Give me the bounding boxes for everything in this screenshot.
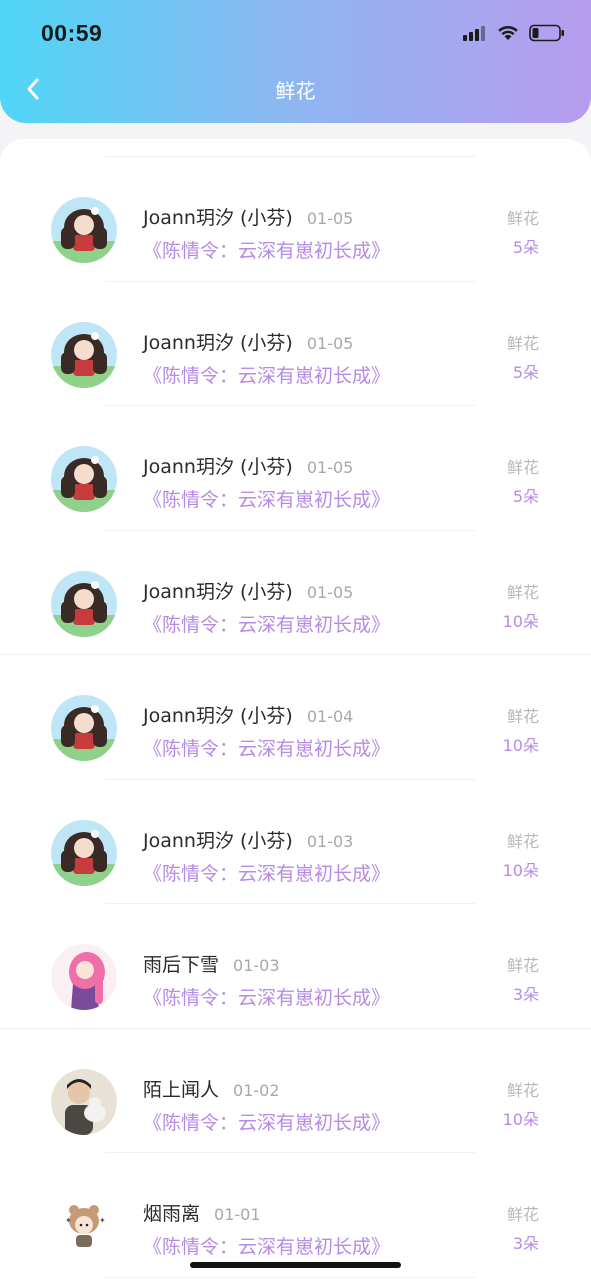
- svg-text:✦: ✦: [65, 1216, 72, 1225]
- gift-record-row[interactable]: Joann玥汐 (小芬) 01-05 《陈情令：云深有崽初长成》 鲜花 5朵: [0, 157, 591, 282]
- anime-avatar-icon[interactable]: [51, 819, 117, 886]
- anime-avatar-icon[interactable]: [51, 197, 117, 263]
- back-button[interactable]: [18, 74, 48, 104]
- record-date: 01-05: [306, 209, 354, 228]
- gift-record-row[interactable]: ✦ ✦ 烟雨离 01-01 《陈情令：云深有崽初长成》 鲜花 3朵: [0, 1153, 591, 1278]
- gift-type-label: 鲜花: [506, 458, 539, 477]
- record-date: 01-01: [214, 1205, 261, 1224]
- home-indicator: [190, 1262, 401, 1268]
- status-bar: 00:59: [0, 0, 591, 70]
- record-date: 01-05: [306, 333, 354, 353]
- gift-type-label: 鲜花: [506, 333, 539, 353]
- bear-hat-avatar-icon[interactable]: ✦ ✦: [51, 1193, 117, 1259]
- divider: [105, 1276, 475, 1278]
- anime-avatar-icon[interactable]: [51, 570, 117, 637]
- user-name: 烟雨离 01-01: [143, 1203, 261, 1225]
- book-title: 《陈情令：云深有崽初长成》: [143, 489, 391, 511]
- anime-avatar-icon[interactable]: [51, 446, 117, 512]
- book-title: 《陈情令：云深有崽初长成》: [143, 364, 391, 387]
- page-title: 鲜花: [275, 78, 316, 103]
- book-title: 《陈情令：云深有崽初长成》: [143, 1236, 391, 1258]
- gift-count: 10朵: [502, 736, 539, 755]
- anime-avatar-icon[interactable]: [51, 321, 117, 388]
- user-name: Joann玥汐 (小芬) 01-05: [143, 331, 354, 354]
- book-title: 《陈情令：云深有崽初长成》: [143, 987, 391, 1009]
- nav-bar: 鲜花: [0, 66, 591, 112]
- gift-type-label: 鲜花: [506, 1080, 539, 1100]
- battery-icon: [529, 24, 564, 42]
- book-title: 《陈情令：云深有崽初长成》: [143, 613, 391, 636]
- gift-count: 5朵: [512, 487, 539, 506]
- records-panel: Joann玥汐 (小芬) 01-05 《陈情令：云深有崽初长成》 鲜花 5朵 Jo…: [0, 139, 591, 1280]
- gift-record-row[interactable]: 雨后下雪 01-03 《陈情令：云深有崽初长成》 鲜花 3朵: [0, 904, 591, 1029]
- wifi-icon: [498, 25, 518, 40]
- book-title: 《陈情令：云深有崽初长成》: [143, 862, 391, 885]
- user-name: 陌上闻人 01-02: [143, 1078, 280, 1101]
- record-date: 01-03: [233, 956, 280, 975]
- gift-type-label: 鲜花: [506, 209, 539, 228]
- gift-type-label: 鲜花: [506, 1205, 539, 1224]
- user-name: Joann玥汐 (小芬) 01-05: [143, 580, 354, 603]
- gift-record-row[interactable]: 陌上闻人 01-02 《陈情令：云深有崽初长成》 鲜花 10朵: [0, 1029, 591, 1153]
- book-title: 《陈情令：云深有崽初长成》: [143, 1111, 391, 1134]
- gift-type-label: 鲜花: [506, 956, 539, 975]
- gift-count: 10朵: [502, 611, 539, 631]
- user-name: Joann玥汐 (小芬) 01-05: [143, 207, 354, 229]
- gift-count: 10朵: [502, 860, 539, 880]
- user-name: 雨后下雪 01-03: [143, 954, 280, 976]
- gift-type-label: 鲜花: [506, 831, 539, 851]
- gift-record-row[interactable]: Joann玥汐 (小芬) 01-05 《陈情令：云深有崽初长成》 鲜花 10朵: [0, 531, 591, 655]
- signal-icon: [463, 26, 485, 41]
- book-title: 《陈情令：云深有崽初长成》: [143, 738, 391, 760]
- user-name: Joann玥汐 (小芬) 01-04: [143, 705, 354, 727]
- gift-count: 10朵: [502, 1109, 539, 1129]
- record-date: 01-05: [306, 458, 354, 477]
- gift-type-label: 鲜花: [506, 707, 539, 726]
- user-name: Joann玥汐 (小芬) 01-03: [143, 829, 354, 852]
- gift-record-row[interactable]: Joann玥汐 (小芬) 01-05 《陈情令：云深有崽初长成》 鲜花 5朵: [0, 406, 591, 531]
- gift-record-row[interactable]: Joann玥汐 (小芬) 01-04 《陈情令：云深有崽初长成》 鲜花 10朵: [0, 655, 591, 780]
- record-date: 01-02: [233, 1080, 280, 1100]
- anime-avatar-icon[interactable]: [51, 695, 117, 761]
- svg-text:✦: ✦: [99, 1216, 106, 1225]
- record-date: 01-03: [306, 831, 354, 851]
- status-time: 00:59: [41, 20, 103, 46]
- gift-count: 5朵: [512, 238, 539, 257]
- status-icons: [463, 24, 565, 42]
- gift-count: 3朵: [512, 985, 539, 1004]
- record-date: 01-05: [306, 582, 354, 602]
- user-name: Joann玥汐 (小芬) 01-05: [143, 456, 354, 478]
- pink-hair-avatar-icon[interactable]: [51, 944, 117, 1010]
- gift-type-label: 鲜花: [506, 582, 539, 602]
- gift-record-row[interactable]: Joann玥汐 (小芬) 01-05 《陈情令：云深有崽初长成》 鲜花 5朵: [0, 282, 591, 406]
- person-with-cat-avatar-icon[interactable]: [51, 1068, 117, 1135]
- gift-count: 3朵: [512, 1234, 539, 1253]
- gift-record-row[interactable]: Joann玥汐 (小芬) 01-03 《陈情令：云深有崽初长成》 鲜花 10朵: [0, 780, 591, 904]
- book-title: 《陈情令：云深有崽初长成》: [143, 240, 391, 262]
- chevron-left-icon: [27, 78, 39, 100]
- gift-count: 5朵: [512, 362, 539, 382]
- header: 00:59 鲜花: [0, 0, 591, 123]
- gift-record-list: Joann玥汐 (小芬) 01-05 《陈情令：云深有崽初长成》 鲜花 5朵 Jo…: [0, 157, 591, 1278]
- record-date: 01-04: [306, 707, 354, 726]
